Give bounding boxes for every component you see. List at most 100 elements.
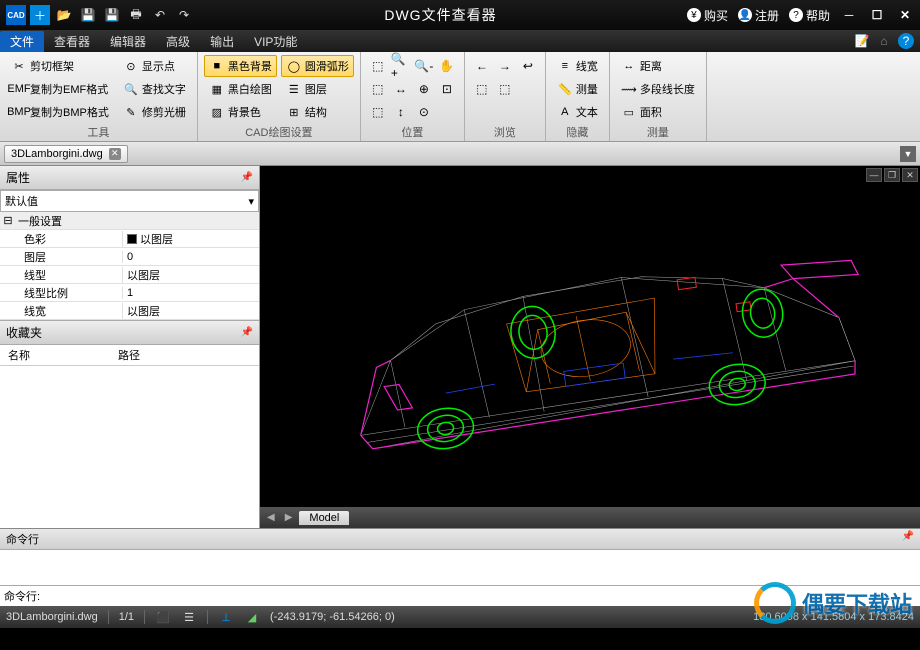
prop-row[interactable]: 线型以图层 — [0, 266, 259, 284]
ribbon-iconbtn[interactable]: 🔍- — [413, 55, 435, 77]
ribbon-iconbtn — [517, 78, 539, 100]
ribbon-iconbtn[interactable]: ⊕ — [413, 78, 435, 100]
document-tab-bar: 3DLamborgini.dwg ✕ ▼ — [0, 142, 920, 166]
ribbon-iconbtn[interactable]: ↩ — [517, 55, 539, 77]
print-icon[interactable]: 🖶 — [126, 5, 146, 25]
drawing-canvas[interactable] — [260, 166, 920, 507]
watermark-logo-icon — [754, 582, 796, 624]
ribbon-btn[interactable]: ✂剪切框架 — [6, 55, 114, 77]
ribbon-btn[interactable]: ≡线宽 — [552, 55, 603, 77]
pin-icon[interactable]: 📌 — [241, 327, 253, 338]
ribbon-group-label: 测量 — [616, 123, 700, 140]
ribbon-group-label: 工具 — [6, 123, 191, 140]
model-tab-bar: ◀ ▶ Model — [260, 507, 920, 528]
ribbon-iconbtn[interactable]: ⊙ — [413, 101, 435, 123]
ribbon-iconbtn[interactable]: → — [494, 55, 516, 77]
ribbon-iconbtn[interactable]: ⬚ — [494, 78, 516, 100]
saveall-icon[interactable]: 💾 — [102, 5, 122, 25]
menu-tab-3[interactable]: 高级 — [156, 31, 200, 52]
close-button[interactable]: ✕ — [896, 6, 914, 24]
ribbon-iconbtn[interactable]: ⬚ — [367, 101, 389, 123]
favorites-header: 收藏夹📌 — [0, 321, 259, 345]
ribbon-iconbtn[interactable]: ↕ — [390, 101, 412, 123]
vp-restore-icon[interactable]: ❐ — [884, 168, 900, 182]
ribbon-btn[interactable]: ⟿多段线长度 — [616, 78, 700, 100]
status-pick-icon[interactable]: ⬛ — [155, 609, 171, 625]
status-snap-icon[interactable]: ◢ — [244, 609, 260, 625]
redo-icon[interactable]: ↷ — [174, 5, 194, 25]
ribbon-btn[interactable]: BMP复制为BMP格式 — [6, 101, 114, 123]
properties-header: 属性📌 — [0, 166, 259, 190]
menu-tab-4[interactable]: 输出 — [200, 31, 244, 52]
ribbon-icon: ↔ — [621, 58, 637, 74]
maximize-button[interactable]: ☐ — [868, 6, 886, 24]
ribbon-icon: 🔍 — [123, 81, 139, 97]
viewport[interactable]: — ❐ ✕ — [260, 166, 920, 528]
menubar: 文件查看器编辑器高级输出VIP功能 📝 ⌂ ? — [0, 30, 920, 52]
ribbon-btn[interactable]: A文本 — [552, 101, 603, 123]
ribbon-btn[interactable]: ↔距离 — [616, 55, 700, 77]
ribbon-iconbtn[interactable]: ✋ — [436, 55, 458, 77]
home-icon[interactable]: ⌂ — [876, 33, 892, 49]
help-button[interactable]: ?帮助 — [789, 7, 830, 24]
ribbon-btn[interactable]: ▭面积 — [616, 101, 700, 123]
menu-tab-1[interactable]: 查看器 — [44, 31, 100, 52]
ribbon-icon: ≡ — [557, 58, 573, 74]
ribbon-iconbtn[interactable]: 🔍+ — [390, 55, 412, 77]
ribbon-iconbtn[interactable]: ⊡ — [436, 78, 458, 100]
vp-minimize-icon[interactable]: — — [866, 168, 882, 182]
buy-button[interactable]: ¥购买 — [687, 7, 728, 24]
ribbon-iconbtn[interactable]: ⬚ — [471, 78, 493, 100]
ribbon-btn[interactable]: 📏测量 — [552, 78, 603, 100]
register-button[interactable]: 👤注册 — [738, 7, 779, 24]
ribbon-btn[interactable]: 🔍查找文字 — [118, 78, 191, 100]
new-icon[interactable]: ＋ — [30, 5, 50, 25]
pin-icon[interactable]: 📌 — [902, 531, 914, 547]
tab-prev-icon[interactable]: ◀ — [264, 512, 278, 523]
document-tab[interactable]: 3DLamborgini.dwg ✕ — [4, 145, 128, 163]
help-icon[interactable]: ? — [898, 33, 914, 49]
status-layer-icon[interactable]: ☰ — [181, 609, 197, 625]
ribbon-btn[interactable]: ⊞结构 — [281, 101, 354, 123]
save-icon[interactable]: 💾 — [78, 5, 98, 25]
cmd-output — [0, 550, 920, 585]
ribbon-iconbtn[interactable]: ← — [471, 55, 493, 77]
tab-next-icon[interactable]: ▶ — [282, 512, 296, 523]
minimize-button[interactable]: ─ — [840, 6, 858, 24]
prop-row[interactable]: 图层0 — [0, 248, 259, 266]
ribbon-iconbtn[interactable]: ↔ — [390, 78, 412, 100]
undo-icon[interactable]: ↶ — [150, 5, 170, 25]
ribbon-iconbtn[interactable]: ⬚ — [367, 78, 389, 100]
ribbon-btn[interactable]: ■黑色背景 — [204, 55, 277, 77]
note-icon[interactable]: 📝 — [854, 33, 870, 49]
menu-tab-5[interactable]: VIP功能 — [244, 31, 307, 52]
menu-tab-2[interactable]: 编辑器 — [100, 31, 156, 52]
open-icon[interactable]: 📂 — [54, 5, 74, 25]
vp-close-icon[interactable]: ✕ — [902, 168, 918, 182]
ribbon-btn[interactable]: ✎修剪光栅 — [118, 101, 191, 123]
ribbon-icon: EMF — [11, 81, 27, 97]
ribbon-group-3: ←→↩⬚⬚浏览 — [465, 52, 546, 141]
pin-icon[interactable]: 📌 — [241, 172, 253, 183]
menu-tab-0[interactable]: 文件 — [0, 31, 44, 52]
ribbon-group-2: ⬚🔍+🔍-✋⬚↔⊕⊡⬚↕⊙位置 — [361, 52, 465, 141]
ribbon-group-0: ✂剪切框架EMF复制为EMF格式BMP复制为BMP格式 ⊙显示点🔍查找文字✎修剪光… — [0, 52, 198, 141]
props-combo[interactable]: 默认值▾ — [0, 190, 259, 212]
ribbon-btn[interactable]: ◯圆滑弧形 — [281, 55, 354, 77]
ribbon-iconbtn[interactable]: ⬚ — [367, 55, 389, 77]
ribbon-group-label: CAD绘图设置 — [204, 123, 354, 140]
ribbon-btn[interactable]: EMF复制为EMF格式 — [6, 78, 114, 100]
close-tab-icon[interactable]: ✕ — [109, 148, 121, 160]
ribbon-btn[interactable]: ▦黑白绘图 — [204, 78, 277, 100]
prop-row[interactable]: 线型比例1 — [0, 284, 259, 302]
tab-menu-icon[interactable]: ▼ — [900, 146, 916, 162]
prop-row[interactable]: 线宽以图层 — [0, 302, 259, 320]
ribbon-btn[interactable]: ▨背景色 — [204, 101, 277, 123]
ribbon-btn[interactable]: ☰图层 — [281, 78, 354, 100]
ribbon-btn[interactable]: ⊙显示点 — [118, 55, 191, 77]
model-tab[interactable]: Model — [299, 511, 349, 525]
expand-icon[interactable]: ⊟ — [0, 214, 16, 227]
prop-row[interactable]: 色彩以图层 — [0, 230, 259, 248]
status-ortho-icon[interactable]: ⊥ — [218, 609, 234, 625]
app-icon[interactable]: CAD — [6, 5, 26, 25]
